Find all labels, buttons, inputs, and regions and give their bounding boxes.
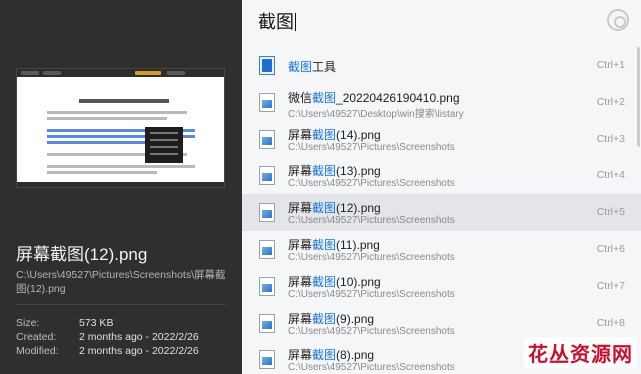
result-title-keyword: 截图: [312, 127, 337, 142]
modified-label: Modified:: [16, 345, 59, 357]
png-file-icon: [259, 92, 275, 112]
results-list: 截图工具 Ctrl+1 微信截图_20220426190410.png C:\User…: [242, 47, 641, 374]
divider: [16, 304, 226, 305]
result-hotkey: Ctrl+1: [596, 59, 625, 71]
result-title-keyword: 截图: [312, 274, 337, 289]
result-title-suffix: (9).png: [336, 311, 375, 326]
png-file-icon: [259, 276, 275, 296]
result-title-prefix: 屏幕: [288, 127, 313, 142]
result-hotkey: Ctrl+6: [596, 242, 625, 255]
result-path: C:\Users\49527\Pictures\Screenshots: [288, 325, 455, 337]
result-path: C:\Users\49527\Pictures\Screenshots: [288, 141, 455, 153]
result-title: 屏幕截图(13).png: [288, 162, 381, 179]
result-row[interactable]: 屏幕截图(10).png C:\Users\49527\Pictures\Scre…: [242, 268, 641, 305]
result-title-keyword: 截图: [312, 90, 337, 105]
result-row[interactable]: 屏幕截图(13).png C:\Users\49527\Pictures\Scre…: [242, 157, 641, 194]
result-row[interactable]: 截图工具 Ctrl+1: [242, 47, 641, 84]
search-query: 截图: [258, 12, 294, 32]
modified-value: 2 months ago - 2022/2/26: [79, 345, 199, 357]
result-title-suffix: (11).png: [336, 237, 380, 252]
result-title-suffix: 工具: [312, 60, 337, 74]
search-input[interactable]: 截图: [258, 8, 296, 34]
result-title-prefix: 微信: [288, 90, 313, 105]
result-row[interactable]: 屏幕截图(14).png C:\Users\49527\Pictures\Scre…: [242, 121, 641, 158]
result-title-keyword: 截图: [312, 311, 337, 326]
result-path: C:\Users\49527\Pictures\Screenshots: [288, 288, 455, 300]
text-caret: [295, 13, 296, 31]
result-path: C:\Users\49527\Pictures\Screenshots: [288, 251, 455, 263]
result-title-suffix: (12).png: [336, 201, 381, 216]
search-bar[interactable]: 截图: [242, 0, 641, 40]
result-title: 屏幕截图(9).png: [288, 310, 374, 327]
result-title: 截图工具: [288, 58, 336, 75]
result-path: C:\Users\49527\Desktop\win搜索\listary: [288, 108, 464, 120]
created-label: Created:: [16, 331, 57, 343]
result-title-keyword: 截图: [312, 237, 337, 252]
png-file-icon: [259, 129, 275, 149]
result-title-prefix: 屏幕: [288, 164, 313, 179]
result-hotkey: Ctrl+7: [596, 279, 625, 292]
result-path: C:\Users\49527\Pictures\Screenshots: [288, 178, 455, 190]
result-title-prefix: 屏幕: [288, 274, 313, 289]
result-title-keyword: 截图: [312, 164, 337, 179]
png-file-icon: [259, 313, 275, 333]
results-pane: 截图 截图工具 Ctrl+1 微信截图_20220426190410.png C:\U…: [242, 0, 641, 374]
result-title-prefix: 屏幕: [288, 311, 313, 326]
result-title: 屏幕截图(8).png: [288, 346, 374, 363]
png-file-icon: [259, 239, 275, 259]
preview-thumbnail: [16, 68, 225, 188]
result-title-suffix: (13).png: [336, 164, 381, 179]
result-title: 微信截图_20220426190410.png: [288, 89, 460, 106]
result-title-keyword: 截图: [312, 348, 337, 363]
result-title-keyword: 截图: [312, 201, 337, 216]
listary-logo-icon[interactable]: [607, 9, 629, 31]
result-hotkey: Ctrl+2: [596, 95, 625, 108]
result-title: 屏幕截图(11).png: [288, 236, 380, 253]
result-title-prefix: 屏幕: [288, 201, 313, 216]
result-title: 屏幕截图(14).png: [288, 126, 381, 143]
snipping-tool-icon: [259, 56, 275, 75]
preview-file-name: 屏幕截图(12).png: [16, 245, 148, 264]
result-title: 屏幕截图(10).png: [288, 273, 381, 290]
png-file-icon: [259, 203, 275, 223]
size-value: 573 KB: [79, 317, 114, 329]
png-file-icon: [259, 166, 275, 186]
result-row[interactable]: 屏幕截图(11).png C:\Users\49527\Pictures\Scre…: [242, 231, 641, 268]
result-path: C:\Users\49527\Pictures\Screenshots: [288, 362, 455, 374]
result-title-prefix: 屏幕: [288, 237, 313, 252]
result-title-suffix: (8).png: [336, 348, 375, 363]
thumbnail-browser-bar: [17, 69, 224, 77]
result-title-prefix: 屏幕: [288, 348, 313, 363]
created-value: 2 months ago - 2022/2/26: [79, 331, 199, 343]
result-title-suffix: _20220426190410.png: [336, 90, 460, 105]
result-title-suffix: (10).png: [336, 274, 381, 289]
preview-file-path: C:\Users\49527\Pictures\Screenshots\屏幕截图…: [16, 269, 226, 295]
size-label: Size:: [16, 317, 40, 329]
result-path: C:\Users\49527\Pictures\Screenshots: [288, 215, 455, 227]
meta-created: Created: 2 months ago - 2022/2/26: [16, 331, 199, 343]
preview-pane: 屏幕截图(12).png C:\Users\49527\Pictures\Scr…: [0, 0, 242, 374]
watermark: 花丛资源网: [524, 337, 637, 368]
result-title-keyword: 截图: [288, 60, 313, 74]
result-hotkey: Ctrl+4: [596, 169, 625, 182]
result-title-suffix: (14).png: [336, 127, 381, 142]
result-row[interactable]: 屏幕截图(9).png C:\Users\49527\Pictures\Scree…: [242, 305, 641, 342]
png-file-icon: [259, 350, 275, 370]
result-hotkey: Ctrl+5: [596, 206, 625, 219]
scrollbar[interactable]: [637, 47, 640, 147]
meta-modified: Modified: 2 months ago - 2022/2/26: [16, 345, 199, 357]
result-row[interactable]: 屏幕截图(12).png C:\Users\49527\Pictures\Scre…: [242, 194, 641, 231]
result-hotkey: Ctrl+3: [596, 132, 625, 145]
meta-size: Size: 573 KB: [16, 317, 113, 329]
result-row[interactable]: 微信截图_20220426190410.png C:\Users\49527\De…: [242, 84, 641, 121]
result-hotkey: Ctrl+8: [596, 316, 625, 329]
result-title: 屏幕截图(12).png: [288, 199, 381, 216]
